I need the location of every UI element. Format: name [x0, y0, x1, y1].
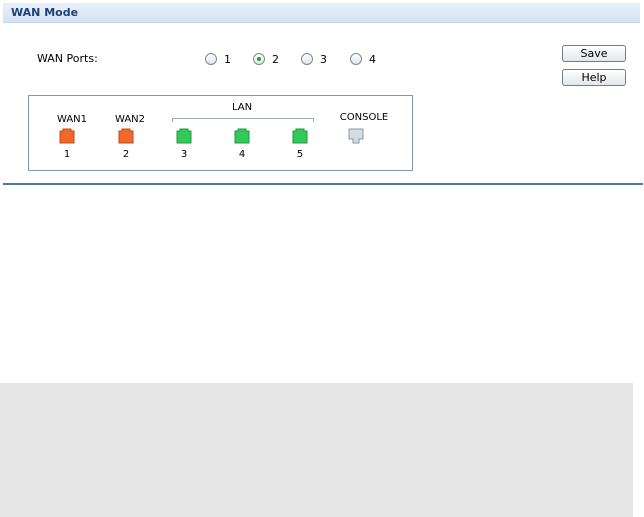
port-diagram-panel: LAN WAN1 1 WAN2 2 3 4 5 CONSOLE	[28, 95, 413, 171]
wan-ports-option-4[interactable]: 4	[350, 52, 376, 66]
radio-button[interactable]	[205, 53, 217, 65]
lan-group-bracket	[172, 118, 314, 122]
port-2-number: 2	[122, 149, 130, 160]
radio-label: 1	[224, 52, 231, 66]
radio-button[interactable]	[301, 53, 313, 65]
wan-ports-label: WAN Ports:	[37, 52, 98, 65]
wan-ports-option-1[interactable]: 1	[205, 52, 231, 66]
radio-label: 3	[320, 52, 327, 66]
wan-ports-option-3[interactable]: 3	[301, 52, 327, 66]
port-2-top-label: WAN2	[114, 114, 146, 125]
section-header: WAN Mode	[3, 3, 640, 23]
wan-port-1-icon	[59, 128, 75, 144]
port-1-number: 1	[63, 149, 71, 160]
port-4-number: 4	[238, 149, 246, 160]
empty-grey-area	[0, 383, 633, 517]
lan-port-5-icon	[292, 128, 308, 144]
console-port-icon	[348, 128, 364, 144]
wan-ports-option-2[interactable]: 2	[253, 52, 279, 66]
lan-port-4-icon	[234, 128, 250, 144]
port-1-top-label: WAN1	[56, 114, 88, 125]
save-button[interactable]: Save	[562, 45, 626, 62]
port-5-number: 5	[296, 149, 304, 160]
radio-label: 2	[272, 52, 279, 66]
console-label: CONSOLE	[339, 112, 389, 123]
radio-button[interactable]	[350, 53, 362, 65]
radio-button-selected[interactable]	[253, 53, 265, 65]
help-button[interactable]: Help	[562, 69, 626, 86]
lan-port-3-icon	[176, 128, 192, 144]
page-title: WAN Mode	[11, 6, 79, 19]
port-3-number: 3	[180, 149, 188, 160]
lan-group-label: LAN	[231, 102, 253, 113]
radio-label: 4	[369, 52, 376, 66]
wan-port-2-icon	[118, 128, 134, 144]
section-divider	[3, 183, 643, 185]
